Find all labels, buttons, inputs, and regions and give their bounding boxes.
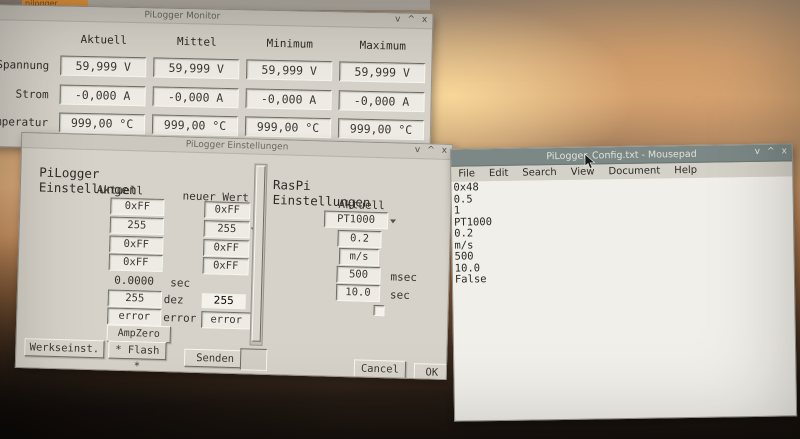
minimize-icon[interactable]: v [755, 147, 761, 158]
monitor-value: -0,000 A [338, 90, 424, 112]
menu-document[interactable]: Document [601, 165, 667, 177]
i2c-address-aktuell-field[interactable]: 0xFF [110, 198, 164, 217]
logger-intervall-field[interactable]: 10.0 [336, 284, 380, 302]
flash-button[interactable]: * Flash * [108, 341, 166, 361]
settings-title: PiLogger Einstellungen [186, 140, 289, 153]
minimize-icon[interactable]: v [395, 14, 401, 25]
senden-button[interactable]: Senden [184, 349, 246, 369]
maximize-icon[interactable]: ^ [427, 145, 435, 156]
monitor-value: 59,999 V [339, 61, 425, 83]
mousepad-title: PiLogger_Config.txt - Mousepad [546, 148, 697, 161]
close-icon[interactable]: x [442, 146, 448, 157]
col-header-aktuell: Aktuell [97, 183, 144, 197]
monitor-value: -0,000 A [245, 88, 331, 110]
monitor-col-mittel: Mittel [152, 34, 242, 49]
monitor-value: 999,00 °C [245, 116, 331, 138]
abfrage-delay-field[interactable]: 500 [336, 266, 380, 284]
close-icon[interactable]: x [422, 15, 428, 26]
maximize-icon[interactable]: ^ [767, 147, 775, 158]
monitor-col-maximum: Maximum [338, 38, 428, 53]
cancel-button[interactable]: Cancel [354, 359, 406, 378]
werkseinst-button[interactable]: Werkseinst. [24, 338, 104, 358]
settings-vertical-scrollbar[interactable] [250, 164, 268, 346]
zeitbasis-neu-combobox[interactable]: 255 [204, 220, 250, 238]
desktop: pilogger PiLogger Monitor v ^ x Aktuell … [0, 0, 800, 439]
puls-unit: dez [164, 293, 184, 307]
mittelungsfaktor-mid-value: error [163, 311, 196, 325]
temp-fuehler-typ-combobox[interactable]: PT1000 [324, 211, 388, 230]
monitor-title: PiLogger Monitor [144, 10, 220, 22]
menu-help[interactable]: Help [667, 165, 704, 177]
mousepad-text-area[interactable]: 0x48 0.5 1 PT1000 0.2 m/s 500 10.0 False [451, 176, 796, 420]
zeitbasis-aktuell-field[interactable]: 255 [110, 217, 164, 236]
menu-view[interactable]: View [564, 166, 602, 178]
monitor-value: 59,999 V [246, 59, 332, 81]
abfrage-delay-unit: msec [390, 270, 417, 284]
mittelungsfaktor-aktuell-field[interactable]: error [107, 307, 161, 326]
close-icon[interactable]: x [782, 146, 788, 157]
monitor-value: 999,00 °C [338, 118, 424, 140]
monitor-value: 999,00 °C [59, 112, 145, 134]
monitor-row-label-strom: Strom [0, 85, 55, 101]
monitor-row-label-spannung: Spannung [0, 56, 55, 72]
logger-intervall-unit: sec [390, 288, 410, 302]
menu-file[interactable]: File [451, 168, 482, 179]
monitor-col-minimum: Minimum [245, 36, 335, 51]
window-pilogger-einstellungen: PiLogger Einstellungen v ^ x PiLogger Ei… [15, 132, 453, 380]
monitor-value: -0,000 A [59, 84, 145, 106]
window-mousepad: PiLogger_Config.txt - Mousepad v ^ x Fil… [450, 143, 797, 421]
raspi-col-header-aktuell: Aktuell [338, 198, 385, 212]
monitor-value: -0,000 A [152, 86, 238, 108]
messintervall-value: 0.0000 [114, 274, 154, 288]
zeit-faktor-low-neu-field[interactable]: 0xFF [203, 239, 249, 257]
menu-search[interactable]: Search [515, 167, 564, 179]
scrollbar-thumb[interactable] [252, 166, 266, 342]
mittelungsfaktor-neu-combobox[interactable]: error [201, 311, 251, 329]
monitor-value: 999,00 °C [152, 114, 238, 136]
messintervall-unit: sec [170, 276, 190, 290]
monitor-row-label-temperatur: Temperatur [0, 113, 54, 129]
monitor-value: 59,999 V [60, 55, 146, 77]
dropdown-arrow-icon[interactable] [390, 219, 396, 223]
autoreset-checkbox[interactable] [373, 305, 384, 316]
maximize-icon[interactable]: ^ [407, 15, 415, 26]
einheit-pulse-field[interactable]: m/s [339, 248, 379, 266]
minimize-icon[interactable]: v [415, 145, 421, 156]
monitor-col-aktuell: Aktuell [59, 32, 149, 47]
resize-grip-box[interactable] [240, 348, 268, 371]
zeit-faktor-low-aktuell-field[interactable]: 0xFF [109, 236, 163, 255]
ok-button[interactable]: OK [414, 363, 450, 380]
puls-mess-faktor-aktuell-field[interactable]: 255 [108, 289, 162, 308]
i2c-address-neu-field[interactable]: 0xFF [204, 201, 250, 219]
menu-edit[interactable]: Edit [482, 168, 516, 180]
monitor-value: 59,999 V [153, 57, 239, 79]
faktor-pulse-field[interactable]: 0.2 [337, 230, 381, 248]
zeit-faktor-high-neu-field[interactable]: 0xFF [202, 257, 248, 275]
puls-mess-faktor-neu-field[interactable]: 255 [202, 293, 246, 309]
zeit-faktor-high-aktuell-field[interactable]: 0xFF [109, 254, 163, 273]
